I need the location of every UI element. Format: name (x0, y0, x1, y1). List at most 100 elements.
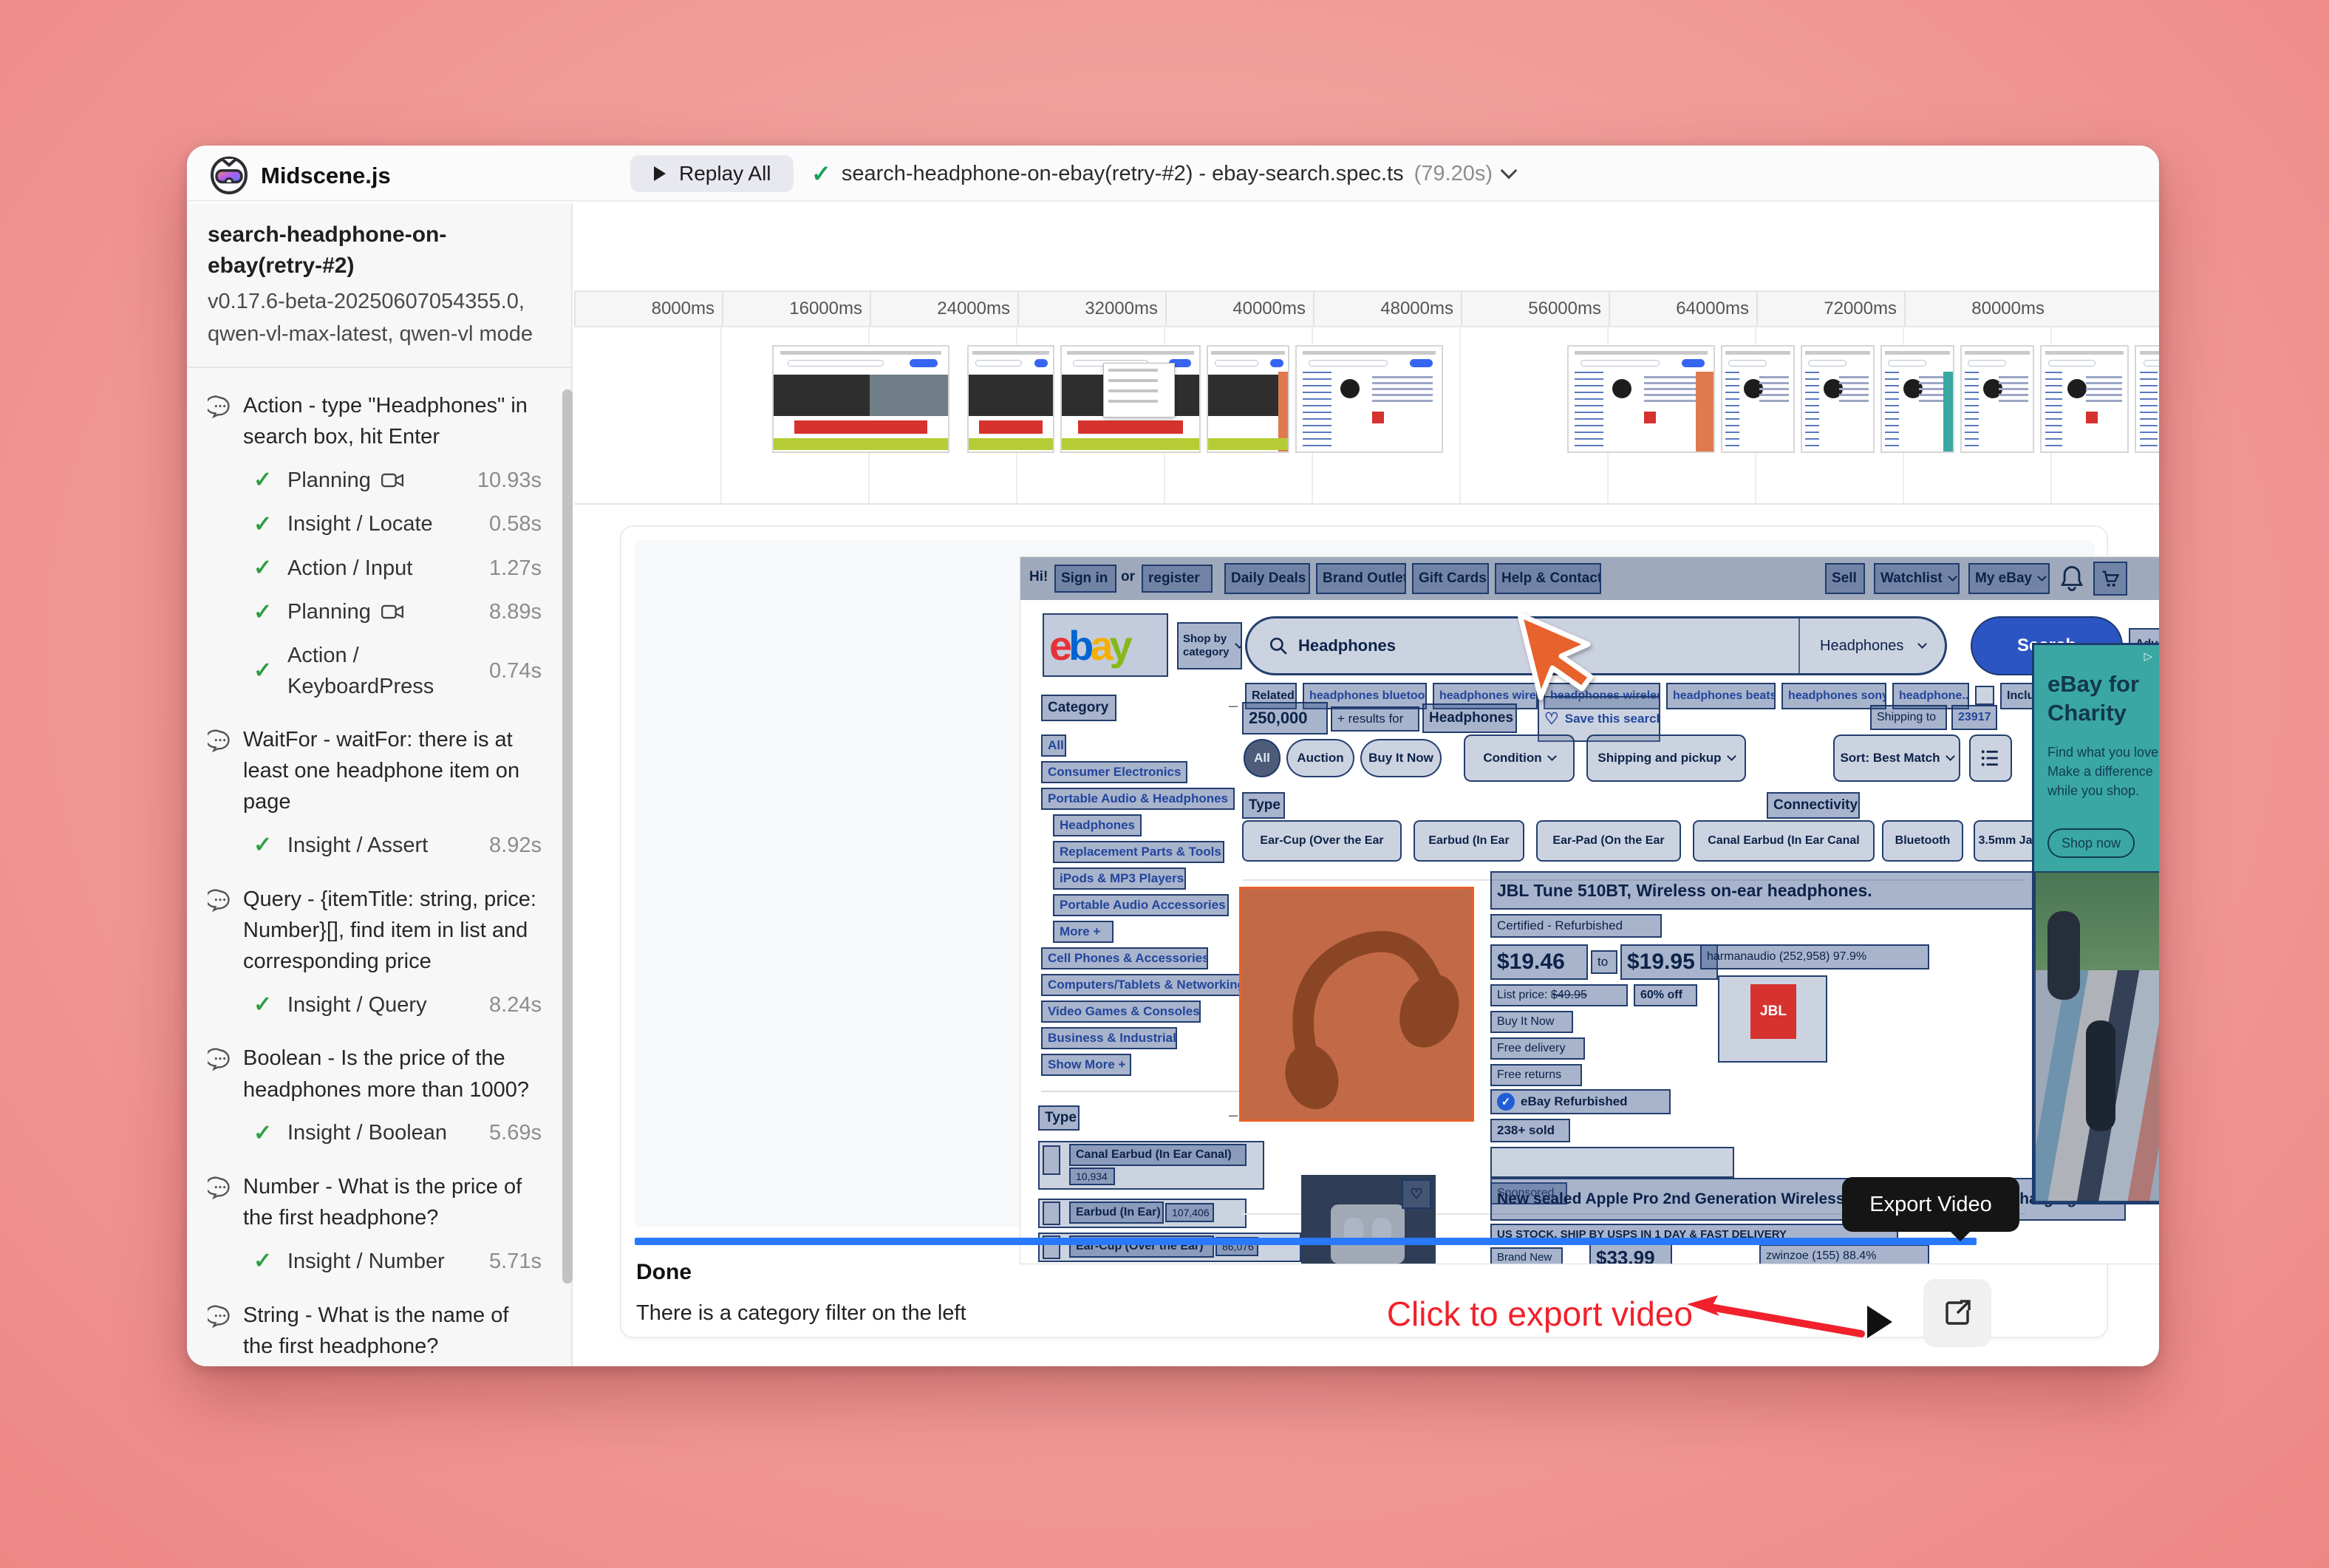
action-group[interactable]: Number - What is the price of the first … (208, 1171, 542, 1278)
player-card: Hi! Sign in or register Daily Deals Bran… (620, 525, 2108, 1338)
step-row[interactable]: ✓Action / Input1.27s (253, 552, 542, 584)
step-time: 5.69s (489, 1117, 542, 1148)
thumb-art (1805, 351, 1870, 355)
timeline-thumbnail[interactable] (1060, 345, 1201, 453)
step-time: 8.92s (489, 830, 542, 861)
timeline-thumbnail[interactable] (1295, 345, 1443, 453)
group-label: WaitFor - waitFor: there is at least one… (243, 724, 542, 817)
annotation-text: Click to export video (1387, 1294, 1693, 1334)
shipping-to-label: Shipping to (1870, 705, 1947, 730)
action-group[interactable]: String - What is the name of the first h… (208, 1300, 542, 1366)
category-item: More + (1053, 921, 1114, 943)
timeline-thumbnail[interactable] (967, 345, 1054, 453)
charity-ad-body: Find what you love. Make a difference wh… (2047, 743, 2159, 800)
thumb-art (1580, 360, 1660, 367)
category-item: Consumer Electronics (1041, 761, 1187, 783)
step-row[interactable]: ✓Insight / Number5.71s (253, 1245, 542, 1278)
timeline-thumbnail[interactable] (1207, 345, 1289, 453)
thumb-art (870, 375, 948, 416)
step-label: Planning (287, 465, 371, 496)
timeline-thumbnail[interactable] (2135, 345, 2159, 453)
shipping-zip: 23917 (1951, 705, 1997, 730)
timeline-thumbnail[interactable] (2040, 345, 2129, 453)
thumb-art (780, 351, 941, 355)
cart-icon (2093, 562, 2127, 596)
thumb-art (1575, 372, 1603, 447)
register-link: register (1142, 565, 1213, 593)
timeline-thumbnail[interactable] (1721, 345, 1795, 453)
thumb-art (2144, 360, 2159, 367)
replay-all-button[interactable]: Replay All (630, 155, 794, 192)
step-time: 0.74s (489, 655, 542, 686)
thumb-art (2045, 372, 2062, 447)
chat-bubble-icon (208, 888, 233, 913)
thumb-art (1208, 438, 1288, 450)
timeline-thumbnail[interactable] (772, 345, 949, 453)
spec-duration: (79.20s) (1414, 162, 1493, 186)
watchlist-heart-icon: ♡ (1402, 1179, 1431, 1209)
replay-all-label: Replay All (679, 162, 771, 185)
export-video-tooltip: Export Video (1842, 1177, 2019, 1232)
item1-free-returns: Free returns (1490, 1064, 1582, 1086)
step-row[interactable]: ✓Insight / Assert8.92s (253, 829, 542, 862)
category-select-value: Headphones (1820, 638, 1903, 655)
spec-title: search-headphone-on-ebay(retry-#2) - eba… (842, 162, 1404, 186)
charity-ad: ▷ ✕ eBay forCharity Find what you love. … (2032, 643, 2159, 1204)
step-row[interactable]: ✓Planning 8.89s (253, 596, 542, 629)
timeline-thumbnail[interactable] (1801, 345, 1875, 453)
step-row[interactable]: ✓Insight / Query8.24s (253, 989, 542, 1021)
chevron-down-icon[interactable] (1501, 163, 1518, 180)
timeline-thumbnail[interactable] (1960, 345, 2034, 453)
thumb-art (1728, 360, 1767, 367)
action-group[interactable]: Action - type "Headphones" in search box… (208, 390, 542, 702)
sidebar-scrollbar[interactable] (562, 389, 573, 1284)
filter-all-pill: All (1244, 739, 1281, 777)
charity-ad-title: eBay forCharity (2047, 670, 2139, 728)
related-pill: headphones beats (1666, 683, 1776, 709)
type-button: Ear-Pad (On the Ear (1536, 820, 1681, 862)
action-group[interactable]: WaitFor - waitFor: there is at least one… (208, 724, 542, 862)
item1-seller: harmanaudio (252,958) 97.9% (1700, 944, 1929, 969)
action-group[interactable]: Query - {itemTitle: string, price: Numbe… (208, 884, 542, 1021)
item2-title: New sealed Apple Pro 2nd Generation Wire… (1490, 1178, 2126, 1221)
step-row[interactable]: ✓Action / KeyboardPress0.74s (253, 640, 542, 702)
item1-buy-now: Buy It Now (1490, 1011, 1573, 1033)
step-row[interactable]: ✓Planning 10.93s (253, 464, 542, 497)
thumb-art (2140, 372, 2158, 447)
timeline-thumbnail[interactable] (1567, 345, 1715, 453)
step-row[interactable]: ✓Insight / Locate0.58s (253, 508, 542, 541)
step-label: Action / Input (287, 553, 412, 584)
progress-bar[interactable] (635, 1238, 1977, 1245)
action-group[interactable]: Boolean - Is the price of the headphones… (208, 1043, 542, 1149)
done-description: There is a category filter on the left (636, 1301, 966, 1326)
step-time: 8.24s (489, 989, 542, 1020)
connectivity-button: 3.5mm Ja (1974, 820, 2037, 862)
adchoices-icon: ▷ (2144, 650, 2152, 663)
play-button[interactable] (1867, 1306, 1892, 1338)
thumb-art (1108, 369, 1158, 372)
headphone-art (1241, 889, 1474, 1122)
thumb-art (1372, 412, 1384, 423)
thumb-art (2048, 360, 2096, 367)
export-video-button[interactable] (1923, 1279, 1991, 1347)
close-icon[interactable]: ✕ (2158, 648, 2159, 663)
shop-by-category-menu: Shop bycategory (1177, 622, 1242, 669)
overlay-box (1490, 1147, 1734, 1178)
type-button: Canal Earbud (In Ear Canal (1693, 820, 1875, 862)
category-item: All (1041, 734, 1066, 757)
thumb-art (1725, 372, 1739, 447)
spec-title-bar[interactable]: ✓ search-headphone-on-ebay(retry-#2) - e… (811, 146, 1515, 202)
video-icon (381, 603, 403, 621)
thumb-art (1062, 438, 1199, 450)
success-check-icon: ✓ (811, 160, 831, 188)
item1-list-price: List price: $49.95 (1490, 984, 1628, 1006)
video-icon (381, 471, 403, 489)
item1-price-from: $19.46 (1490, 944, 1588, 980)
jbl-logo: JBL (1750, 984, 1796, 1039)
divider (1041, 1091, 1255, 1092)
timeline-thumbnail[interactable] (1880, 345, 1954, 453)
nav-link: Daily Deals (1224, 563, 1310, 594)
category-item: Video Games & Consoles (1041, 1001, 1201, 1023)
step-row[interactable]: ✓Insight / Boolean5.69s (253, 1117, 542, 1150)
timeline-tick: 8000ms (574, 292, 722, 326)
